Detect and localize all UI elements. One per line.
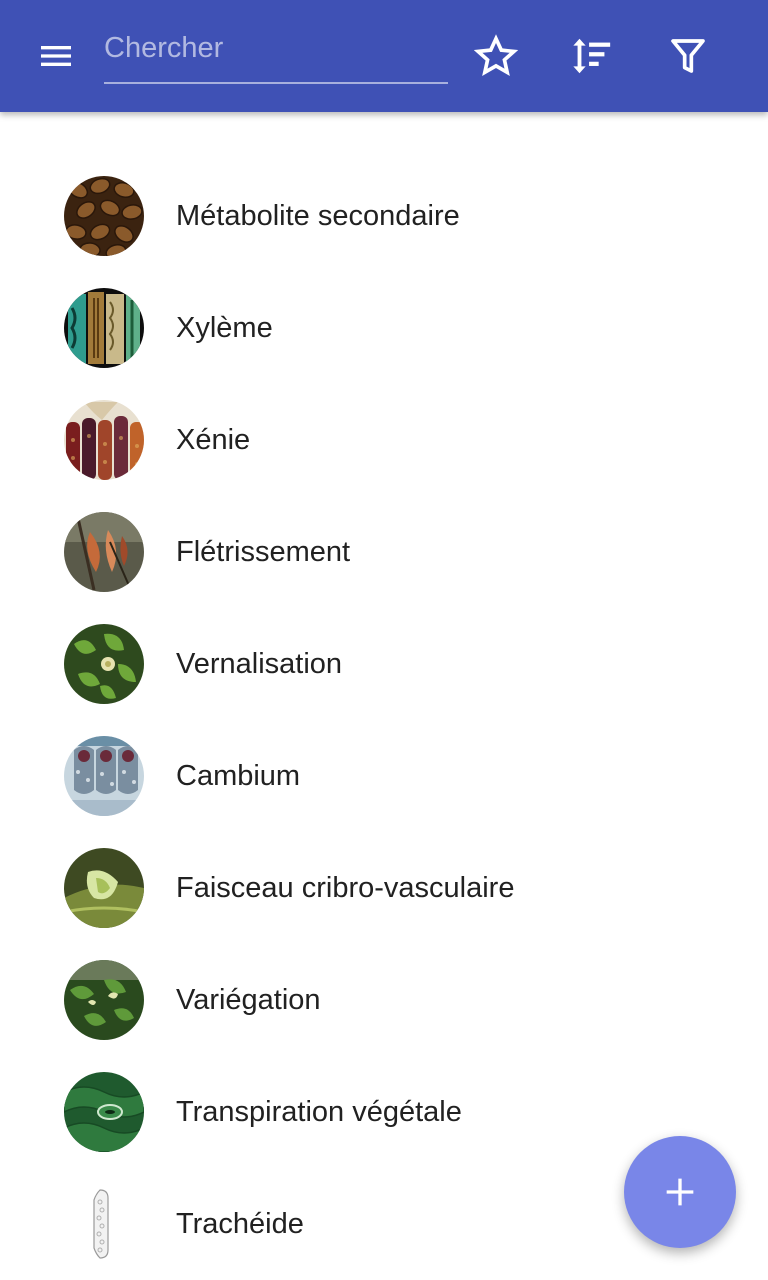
list-item[interactable]: Xénie bbox=[0, 384, 768, 496]
item-label: Métabolite secondaire bbox=[176, 200, 460, 232]
list-item[interactable]: Faisceau cribro-vasculaire bbox=[0, 832, 768, 944]
search-input[interactable] bbox=[104, 22, 448, 74]
wilted-leaves-image bbox=[64, 512, 144, 592]
green-plant-image bbox=[64, 624, 144, 704]
list-item[interactable]: Vernalisation bbox=[0, 608, 768, 720]
sort-icon bbox=[573, 38, 611, 74]
list-item[interactable]: Variégation bbox=[0, 944, 768, 1056]
coffee-beans-image bbox=[64, 176, 144, 256]
stem-cross-section-image bbox=[64, 736, 144, 816]
search-field bbox=[104, 22, 448, 84]
list-item[interactable]: Flétrissement bbox=[0, 496, 768, 608]
item-label: Flétrissement bbox=[176, 536, 351, 568]
filter-button[interactable] bbox=[656, 24, 720, 88]
vascular-bundle-image bbox=[64, 848, 144, 928]
xylem-cells-image bbox=[64, 288, 144, 368]
menu-button[interactable] bbox=[24, 24, 88, 88]
item-label: Variégation bbox=[176, 984, 321, 1016]
item-label: Transpiration végétale bbox=[176, 1096, 462, 1128]
tracheid-cell-image bbox=[64, 1184, 144, 1264]
item-label: Xylème bbox=[176, 312, 273, 344]
item-label: Xénie bbox=[176, 424, 251, 456]
list-item[interactable]: Cambium bbox=[0, 720, 768, 832]
star-outline-icon bbox=[474, 34, 518, 76]
leaf-stoma-image bbox=[64, 1072, 144, 1152]
colored-corn-image bbox=[64, 400, 144, 480]
topic-list: Métabolite secondaire Xylème Xénie Flétr… bbox=[0, 160, 768, 1280]
add-button[interactable] bbox=[624, 1136, 736, 1248]
plus-icon bbox=[666, 1178, 694, 1206]
list-item[interactable]: Xylème bbox=[0, 272, 768, 384]
app-bar bbox=[0, 0, 768, 112]
menu-icon bbox=[41, 46, 71, 66]
list-item[interactable]: Métabolite secondaire bbox=[0, 160, 768, 272]
filter-icon bbox=[671, 39, 705, 73]
item-label: Trachéide bbox=[176, 1208, 304, 1240]
item-label: Cambium bbox=[176, 760, 301, 792]
sort-button[interactable] bbox=[559, 24, 623, 88]
variegated-leaves-image bbox=[64, 960, 144, 1040]
item-label: Vernalisation bbox=[176, 648, 343, 680]
favorites-button[interactable] bbox=[464, 24, 528, 88]
item-label: Faisceau cribro-vasculaire bbox=[176, 872, 515, 904]
